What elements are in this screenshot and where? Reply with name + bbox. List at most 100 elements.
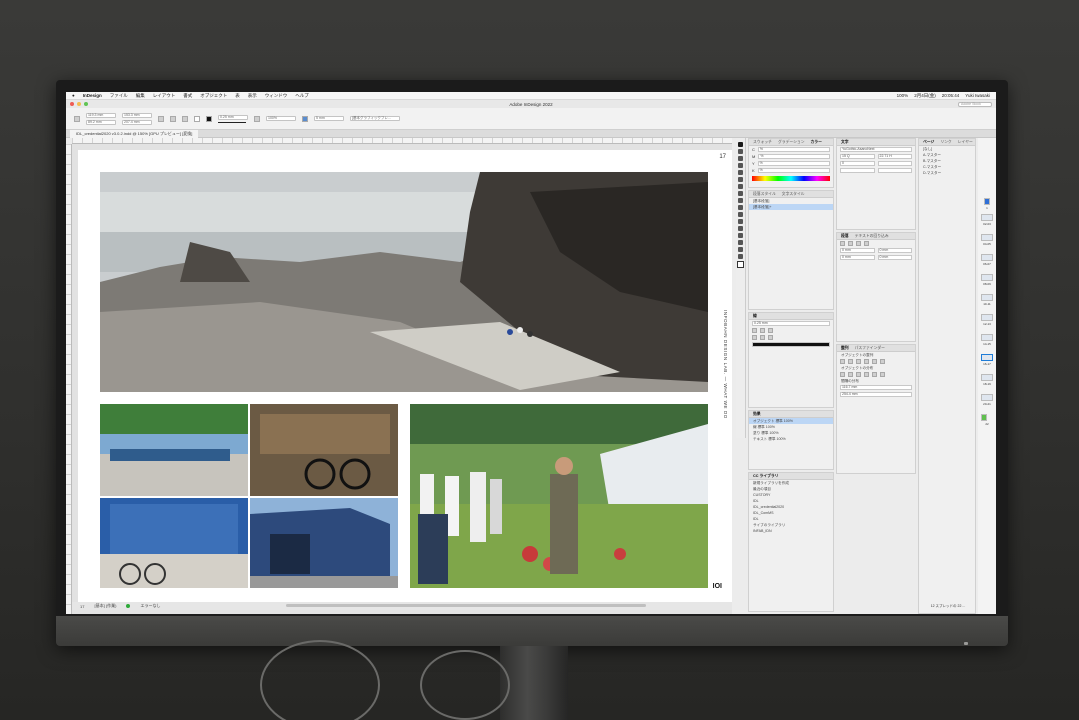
page-thumbnail[interactable]	[981, 334, 993, 341]
menu-window[interactable]: ウィンドウ	[265, 93, 288, 99]
kerning-field[interactable]	[877, 161, 912, 166]
preflight-profile[interactable]: [基本] (作業)	[94, 603, 116, 609]
garden-tour-photo[interactable]	[410, 404, 708, 588]
tab-paragraph-styles[interactable]: 段落スタイル	[753, 192, 776, 197]
tab-paragraph[interactable]: 段落	[841, 234, 849, 239]
type-tool-icon[interactable]	[738, 170, 743, 175]
tab-text-wrap[interactable]: テキストの回り込み	[855, 234, 889, 239]
join-round-icon[interactable]	[760, 335, 765, 340]
pen-tool-icon[interactable]	[738, 184, 743, 189]
join-bevel-icon[interactable]	[768, 335, 773, 340]
cap-butt-icon[interactable]	[752, 328, 757, 333]
document-tab[interactable]: IDL_credential2020 v3.0.2.indd @ 150% [G…	[70, 130, 199, 138]
tab-pathfinder[interactable]: パスファインダー	[855, 346, 885, 351]
bike-collage-photo[interactable]	[100, 404, 398, 588]
leading-field[interactable]: 22.71 H	[877, 154, 912, 159]
rectangle-tool-icon[interactable]	[738, 205, 743, 210]
space-before-field[interactable]: 0 mm	[840, 255, 875, 260]
transform-y-field[interactable]: 254.4 mm	[840, 392, 912, 397]
align-v-centers-icon[interactable]	[872, 359, 877, 364]
flip-icon[interactable]	[182, 115, 188, 122]
tab-align[interactable]: 整列	[841, 346, 849, 351]
tab-character-styles[interactable]: 文字スタイル	[782, 192, 805, 197]
page-thumbnail[interactable]	[981, 274, 993, 281]
app-menu[interactable]: InDesign	[83, 93, 102, 98]
page-thumbnail[interactable]	[984, 198, 990, 205]
space-after-field[interactable]: 0 mm	[877, 255, 912, 260]
tab-swatches[interactable]: スウォッチ	[753, 140, 772, 145]
fill-icon[interactable]	[194, 115, 200, 122]
menu-type[interactable]: 書式	[183, 93, 192, 99]
page-tool-icon[interactable]	[738, 156, 743, 161]
tab-stroke[interactable]: 線	[753, 314, 757, 319]
tab-gradient[interactable]: グラデーション	[778, 140, 805, 145]
stroke-type-preview[interactable]	[218, 121, 246, 123]
scissors-tool-icon[interactable]	[738, 212, 743, 217]
effect-row[interactable]: テキスト 標準 100%	[749, 436, 833, 442]
channel-y-field[interactable]: %	[757, 161, 830, 166]
right-indent-field[interactable]: 0 mm	[877, 248, 912, 253]
justify-icon[interactable]	[864, 241, 869, 246]
tab-color[interactable]: カラー	[811, 140, 822, 145]
page-field[interactable]: 17	[80, 604, 84, 609]
stroke-swatch-icon[interactable]	[206, 115, 212, 122]
horizontal-scrollbar[interactable]	[286, 604, 646, 607]
pencil-tool-icon[interactable]	[738, 191, 743, 196]
tracking-field[interactable]: 0	[840, 161, 875, 166]
line-tool-icon[interactable]	[738, 177, 743, 182]
cap-round-icon[interactable]	[760, 328, 765, 333]
apple-menu-icon[interactable]: ●	[72, 93, 75, 98]
cc-library-item[interactable]: INFAB_IDN	[749, 528, 833, 534]
user-label[interactable]: Yuki Iwasaki	[965, 93, 990, 99]
width-field[interactable]: 153.3 mm	[122, 112, 152, 118]
rectangle-frame-tool-icon[interactable]	[738, 198, 743, 203]
gradient-tool-icon[interactable]	[738, 226, 743, 231]
direct-selection-tool-icon[interactable]	[738, 149, 743, 154]
coast-photo[interactable]	[100, 172, 708, 392]
align-left-icon[interactable]	[840, 241, 845, 246]
tab-character[interactable]: 文字	[841, 140, 849, 145]
style-item-selected[interactable]: [基本段落]+	[749, 204, 833, 210]
align-top-edges-icon[interactable]	[864, 359, 869, 364]
left-indent-field[interactable]: 0 mm	[840, 248, 875, 253]
menu-object[interactable]: オブジェクト	[200, 93, 227, 99]
join-miter-icon[interactable]	[752, 335, 757, 340]
distribute-bottom-icon[interactable]	[856, 372, 861, 377]
font-family-select[interactable]: YuGothic-AsanoNext	[840, 147, 912, 152]
menu-view[interactable]: 表示	[248, 93, 257, 99]
offset-field[interactable]: 5 mm	[314, 116, 344, 121]
page-thumbnail-selected[interactable]	[981, 354, 993, 361]
align-h-centers-icon[interactable]	[848, 359, 853, 364]
color-spectrum[interactable]	[752, 176, 830, 181]
transform-x-field[interactable]: 116.7 mm	[840, 385, 912, 390]
align-right-edges-icon[interactable]	[856, 359, 861, 364]
fill-stroke-swatch-icon[interactable]	[737, 261, 744, 268]
eyedropper-tool-icon[interactable]	[738, 240, 743, 245]
reference-point-icon[interactable]	[74, 115, 80, 122]
stroke-weight-field[interactable]: 0.25 mm	[218, 114, 248, 120]
constrain-icon[interactable]	[158, 115, 164, 122]
distribute-top-icon[interactable]	[840, 372, 845, 377]
object-style-select[interactable]: [基本グラフィックフレ...	[350, 116, 400, 121]
menu-edit[interactable]: 編集	[136, 93, 145, 99]
distribute-h-icon[interactable]	[872, 372, 877, 377]
align-right-icon[interactable]	[856, 241, 861, 246]
page-thumbnail[interactable]	[981, 234, 993, 241]
cap-square-icon[interactable]	[768, 328, 773, 333]
text-wrap-icon[interactable]	[302, 115, 308, 122]
page-thumbnail[interactable]	[981, 394, 993, 401]
channel-k-field[interactable]: %	[757, 168, 830, 173]
menu-file[interactable]: ファイル	[110, 93, 128, 99]
page-thumbnail[interactable]	[981, 414, 987, 421]
channel-m-field[interactable]: %	[758, 154, 830, 159]
font-size-field[interactable]: 15 Q	[840, 154, 875, 159]
menu-layout[interactable]: レイアウト	[153, 93, 176, 99]
effects-icon[interactable]	[254, 115, 260, 122]
tab-cc-libraries[interactable]: CC ライブラリ	[753, 474, 779, 479]
note-tool-icon[interactable]	[738, 233, 743, 238]
height-field[interactable]: 207.4 mm	[122, 119, 152, 125]
stroke-type-select[interactable]	[752, 342, 830, 347]
hand-tool-icon[interactable]	[738, 247, 743, 252]
channel-c-field[interactable]: %	[757, 147, 830, 152]
document-page[interactable]: 17 INFOBAHN DESIGN LAB. — WHAT WE DO IOI	[78, 150, 732, 604]
